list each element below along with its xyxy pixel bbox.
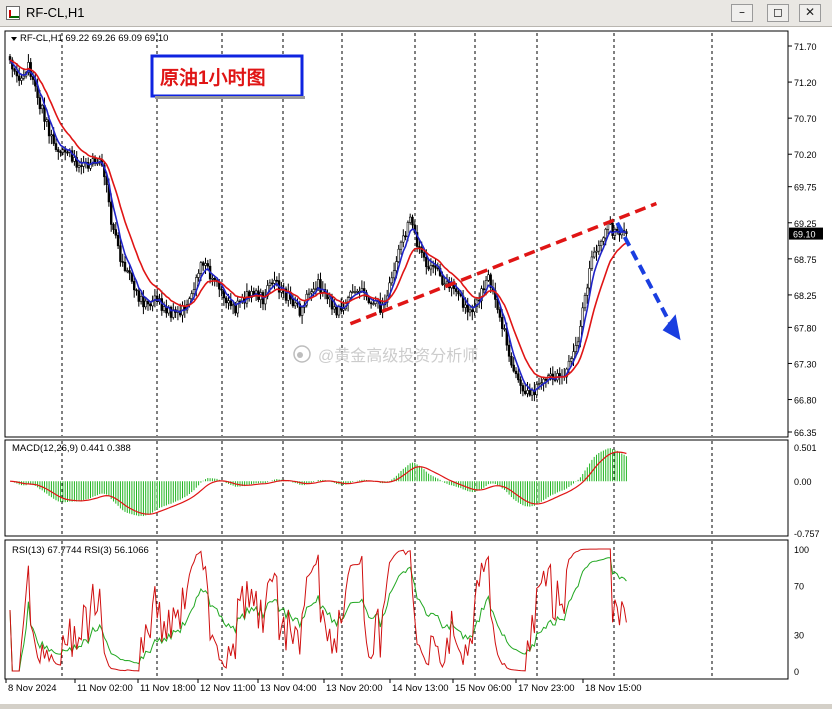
rsi-tick-label: 0 [794,667,799,677]
minimize-icon: – [739,5,745,19]
price-tick-label: 68.25 [794,291,817,301]
rsi-tick-label: 100 [794,545,809,555]
time-tick-label: 13 Nov 04:00 [260,683,317,694]
price-tick-label: 69.75 [794,183,817,193]
window-title: RF-CL,H1 [26,5,85,20]
price-tick-label: 67.80 [794,323,817,333]
rsi-tick-label: 30 [794,630,804,640]
time-tick-label: 18 Nov 15:00 [585,683,642,694]
price-tick-label: 66.80 [794,396,817,406]
restore-icon: ◻ [773,5,783,19]
restore-button[interactable]: ◻ [767,4,789,22]
price-header: RF-CL,H1 69.22 69.26 69.09 69.10 [20,33,168,44]
macd-tick-label: 0.501 [794,443,817,453]
time-tick-label: 11 Nov 18:00 [140,683,196,694]
price-tick-label: 71.20 [794,78,817,88]
macd-tick-label: 0.00 [794,477,812,487]
chart-area[interactable]: 71.70 71.20 70.70 70.20 69.75 69.25 68.75 68.25… [0,27,832,704]
rsi-header: RSI(13) 67.7744 RSI(3) 56.1066 [12,545,149,556]
annotation-text: 原油1小时图 [160,67,266,89]
title-bar[interactable]: RF-CL,H1 – ◻ ✕ [0,0,832,27]
time-tick-label: 12 Nov 11:00 [200,683,256,694]
rsi-tick-label: 70 [794,582,804,592]
time-tick-label: 8 Nov 2024 [8,683,57,694]
price-tick-label: 69.25 [794,219,817,229]
minimize-button[interactable]: – [731,4,753,22]
price-tick-label: 68.75 [794,255,817,265]
rsi-panel-frame [4,539,789,680]
price-tick-label: 66.35 [794,428,817,438]
watermark: @黄金高级投资分析师 [293,345,478,365]
current-price-label: 69.10 [793,230,816,240]
chart-window: RF-CL,H1 – ◻ ✕ 71.70 71.20 70.70 70.20 69.75… [0,0,832,704]
price-tick-label: 67.30 [794,359,817,369]
close-button[interactable]: ✕ [799,4,821,22]
price-tick-label: 71.70 [794,42,817,52]
weibo-logo-dot [297,352,303,358]
time-tick-label: 15 Nov 06:00 [455,683,512,694]
watermark-text: @黄金高级投资分析师 [318,347,478,365]
price-tick-label: 70.20 [794,150,817,160]
time-tick-label: 17 Nov 23:00 [518,683,575,694]
annotation-shadow [155,96,305,99]
close-icon: ✕ [804,5,816,19]
macd-header: MACD(12,26,9) 0.441 0.388 [12,443,131,454]
chart-window-icon [6,6,20,20]
time-tick-label: 11 Nov 02:00 [77,683,133,694]
price-tick-label: 70.70 [794,114,817,124]
macd-tick-label: -0.757 [794,529,820,539]
price-panel-frame [4,30,789,438]
time-tick-label: 14 Nov 13:00 [392,683,449,694]
chart-canvas[interactable]: 71.70 71.20 70.70 70.20 69.75 69.25 68.75 68.25… [0,27,832,704]
time-tick-label: 13 Nov 20:00 [326,683,383,694]
